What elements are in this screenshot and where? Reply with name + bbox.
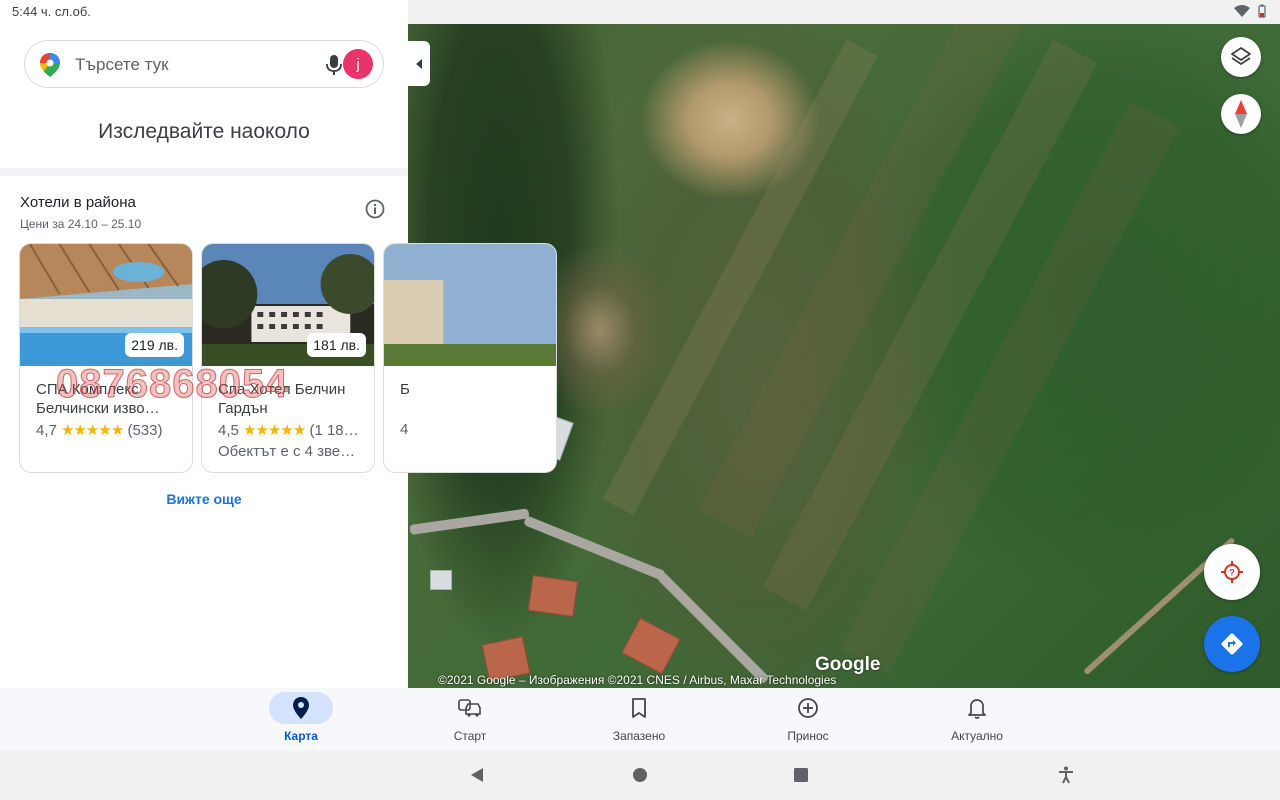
home-circle-icon bbox=[633, 768, 647, 782]
battery-icon bbox=[1258, 4, 1266, 18]
hotels-section-title: Хотели в района bbox=[20, 194, 136, 211]
back-triangle-icon bbox=[471, 768, 483, 782]
map-copyright: ©2021 Google – Изображения ©2021 CNES / … bbox=[438, 673, 837, 687]
star-icons: ★★★★★ bbox=[61, 422, 124, 439]
hotel-card[interactable]: 181 лв. Спа Хотел Белчин Гардън 4,5 ★★★★… bbox=[201, 243, 375, 473]
hotels-date-range: Цени за 24.10 – 25.10 bbox=[20, 217, 142, 231]
bell-icon bbox=[968, 699, 986, 719]
system-navigation bbox=[0, 751, 1280, 800]
nav-updates-pill bbox=[945, 692, 1009, 724]
info-icon[interactable] bbox=[364, 198, 386, 220]
rating-value: 4,7 bbox=[36, 422, 57, 439]
bottom-navigation: Карта Старт Запазено Принос Актуално bbox=[0, 688, 1280, 751]
recents-button[interactable] bbox=[791, 765, 811, 785]
layers-icon bbox=[1231, 47, 1251, 65]
compass-icon bbox=[1235, 100, 1247, 128]
nav-saved[interactable]: Запазено bbox=[579, 688, 699, 751]
status-time: 5:44 ч. сл.об. bbox=[12, 4, 91, 19]
compass-button[interactable] bbox=[1221, 94, 1261, 134]
hotel-description: Обектът е с 4 зве… bbox=[218, 443, 356, 460]
hotel-photo bbox=[384, 244, 556, 366]
nav-label: Старт bbox=[453, 729, 487, 743]
directions-button[interactable] bbox=[1204, 616, 1260, 672]
location-target-icon: ? bbox=[1221, 561, 1243, 583]
hotel-card[interactable]: 219 лв. СПА Комплекс Белчински изво… 4,7… bbox=[19, 243, 193, 473]
star-icons: ★★★★★ bbox=[243, 422, 306, 439]
see-more-link[interactable]: Вижте още bbox=[0, 491, 408, 507]
directions-icon bbox=[1221, 633, 1243, 655]
review-count: (1 18… bbox=[309, 422, 359, 439]
rating-value: 4,5 bbox=[218, 422, 239, 439]
accessibility-button[interactable] bbox=[1056, 765, 1076, 785]
hotel-name: Б bbox=[400, 381, 410, 398]
nav-saved-pill bbox=[607, 692, 671, 724]
pin-icon bbox=[293, 697, 309, 719]
nav-label: Запазено bbox=[612, 729, 666, 743]
nav-label: Карта bbox=[284, 729, 318, 743]
plus-circle-icon bbox=[798, 698, 818, 718]
hotel-rating: 4 bbox=[400, 421, 409, 438]
caret-left-icon bbox=[416, 58, 422, 69]
collapse-panel-button[interactable] bbox=[408, 41, 430, 86]
search-input[interactable]: Търсете тук bbox=[75, 55, 169, 75]
back-button[interactable] bbox=[467, 765, 487, 785]
hotel-rating: 4,7 ★★★★★ (533) bbox=[36, 421, 162, 439]
search-bar[interactable]: Търсете тук j bbox=[24, 40, 384, 88]
nav-label: Актуално bbox=[951, 729, 1003, 743]
hotel-price: 181 лв. bbox=[307, 333, 366, 357]
side-panel: 5:44 ч. сл.об. Търсете тук j Изследвайте… bbox=[0, 0, 557, 688]
home-button[interactable] bbox=[630, 765, 650, 785]
mic-icon[interactable] bbox=[323, 53, 345, 77]
recents-square-icon bbox=[794, 768, 808, 782]
divider bbox=[0, 168, 408, 176]
my-location-button[interactable]: ? bbox=[1204, 544, 1260, 600]
car-icon bbox=[458, 699, 481, 717]
nav-label: Принос bbox=[787, 729, 829, 743]
layers-button[interactable] bbox=[1221, 37, 1261, 77]
nav-contribute-pill bbox=[776, 692, 840, 724]
hotel-rating: 4,5 ★★★★★ (1 18… bbox=[218, 421, 359, 439]
nav-contribute[interactable]: Принос bbox=[748, 688, 868, 751]
status-icons bbox=[1234, 4, 1266, 18]
hotel-price: 219 лв. bbox=[125, 333, 184, 357]
account-avatar[interactable]: j bbox=[343, 49, 373, 79]
explore-title: Изследвайте наоколо bbox=[98, 120, 310, 143]
nav-go-pill bbox=[438, 692, 502, 724]
accessibility-icon bbox=[1059, 766, 1073, 784]
phone-watermark: 0876868054 bbox=[55, 362, 289, 407]
maps-logo-icon bbox=[40, 53, 60, 77]
hotel-card[interactable]: Б 4 bbox=[383, 243, 557, 473]
nav-updates[interactable]: Актуално bbox=[917, 688, 1037, 751]
nav-go[interactable]: Старт bbox=[410, 688, 530, 751]
svg-text:?: ? bbox=[1229, 568, 1235, 578]
nav-explore[interactable]: Карта bbox=[241, 688, 361, 751]
review-count: (533) bbox=[127, 422, 163, 439]
nav-explore-pill bbox=[269, 692, 333, 724]
status-bar bbox=[408, 0, 1280, 24]
bookmark-icon bbox=[632, 698, 646, 718]
wifi-icon bbox=[1234, 5, 1250, 17]
